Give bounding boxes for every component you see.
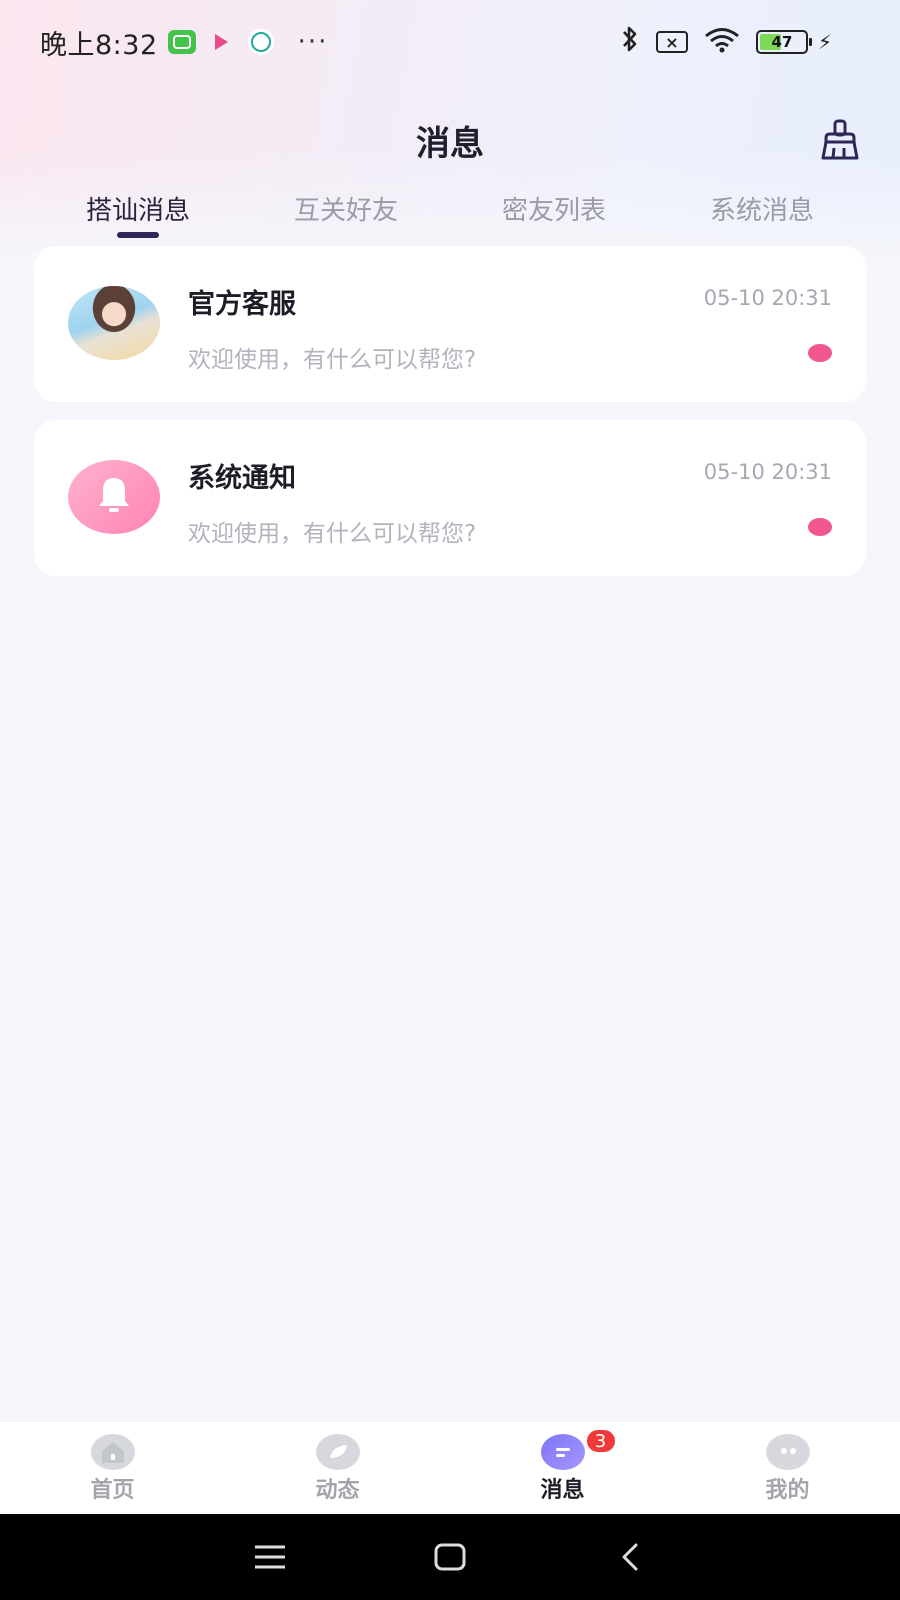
nav-messages[interactable]: 3 消息 xyxy=(450,1422,675,1514)
tab-label: 互关好友 xyxy=(293,196,398,226)
nav-label: 我的 xyxy=(765,1478,810,1503)
charging-icon: ⚡ xyxy=(817,30,832,54)
message-time: 05-10 20:31 xyxy=(703,286,832,310)
home-square-icon[interactable] xyxy=(430,1537,470,1577)
bottom-nav: 首页 动态 3 消息 我的 xyxy=(0,1422,900,1514)
wifi-icon xyxy=(704,27,740,57)
nav-profile[interactable]: 我的 xyxy=(675,1422,900,1514)
nav-label: 首页 xyxy=(90,1478,135,1503)
menu-icon[interactable] xyxy=(250,1537,290,1577)
unread-count-badge: 3 xyxy=(584,1428,617,1454)
tab-close-friends[interactable]: 密友列表 xyxy=(450,186,658,246)
page-title: 消息 xyxy=(416,124,484,164)
message-list: 官方客服 05-10 20:31 欢迎使用，有什么可以帮您? 系统通知 05-1… xyxy=(34,246,866,594)
app-notification-icon xyxy=(167,30,196,54)
bluetooth-icon xyxy=(620,25,640,60)
status-bar: 晚上8:32 ··· × 47 ⚡ xyxy=(0,0,900,84)
unread-dot xyxy=(808,518,832,536)
carrier-app-icon xyxy=(247,29,274,55)
message-item-official-support[interactable]: 官方客服 05-10 20:31 欢迎使用，有什么可以帮您? xyxy=(34,246,866,402)
tab-mutual-friends[interactable]: 互关好友 xyxy=(242,186,450,246)
video-app-icon xyxy=(208,30,236,54)
tab-label: 搭讪消息 xyxy=(85,196,190,226)
tab-label: 系统消息 xyxy=(709,196,814,226)
message-preview: 欢迎使用，有什么可以帮您? xyxy=(188,521,477,547)
home-icon xyxy=(90,1434,135,1470)
sender-name: 官方客服 xyxy=(188,289,296,320)
message-item-system-notice[interactable]: 系统通知 05-10 20:31 欢迎使用，有什么可以帮您? xyxy=(34,420,866,576)
nav-home[interactable]: 首页 xyxy=(0,1422,225,1514)
sender-name: 系统通知 xyxy=(188,463,296,494)
avatar xyxy=(68,286,160,360)
nav-label: 动态 xyxy=(315,1478,360,1503)
tab-label: 密友列表 xyxy=(501,196,606,226)
battery-level: 47 xyxy=(771,33,793,51)
clear-messages-button[interactable] xyxy=(816,118,864,166)
nav-label: 消息 xyxy=(540,1478,585,1503)
status-time: 晚上8:32 xyxy=(40,29,158,61)
bell-avatar xyxy=(68,460,160,534)
tab-system-messages[interactable]: 系统消息 xyxy=(658,186,866,246)
status-icons: × 47 ⚡ xyxy=(620,25,832,60)
feed-icon xyxy=(315,1434,360,1470)
broom-icon xyxy=(818,118,862,166)
nav-feed[interactable]: 动态 xyxy=(225,1422,450,1514)
more-notifications-icon: ··· xyxy=(297,27,329,57)
active-tab-indicator xyxy=(117,232,159,238)
message-preview: 欢迎使用，有什么可以帮您? xyxy=(188,347,477,373)
tab-chat-up-messages[interactable]: 搭讪消息 xyxy=(34,186,242,246)
bell-icon xyxy=(90,471,138,523)
system-nav-bar xyxy=(0,1514,900,1600)
back-icon[interactable] xyxy=(610,1537,650,1577)
message-tabs: 搭讪消息 互关好友 密友列表 系统消息 xyxy=(34,186,866,246)
profile-icon xyxy=(765,1434,810,1470)
battery-icon: 47 xyxy=(755,30,812,54)
unread-dot xyxy=(808,344,832,362)
no-sim-icon: × xyxy=(655,31,688,53)
message-time: 05-10 20:31 xyxy=(703,460,832,484)
chat-icon xyxy=(540,1434,585,1470)
